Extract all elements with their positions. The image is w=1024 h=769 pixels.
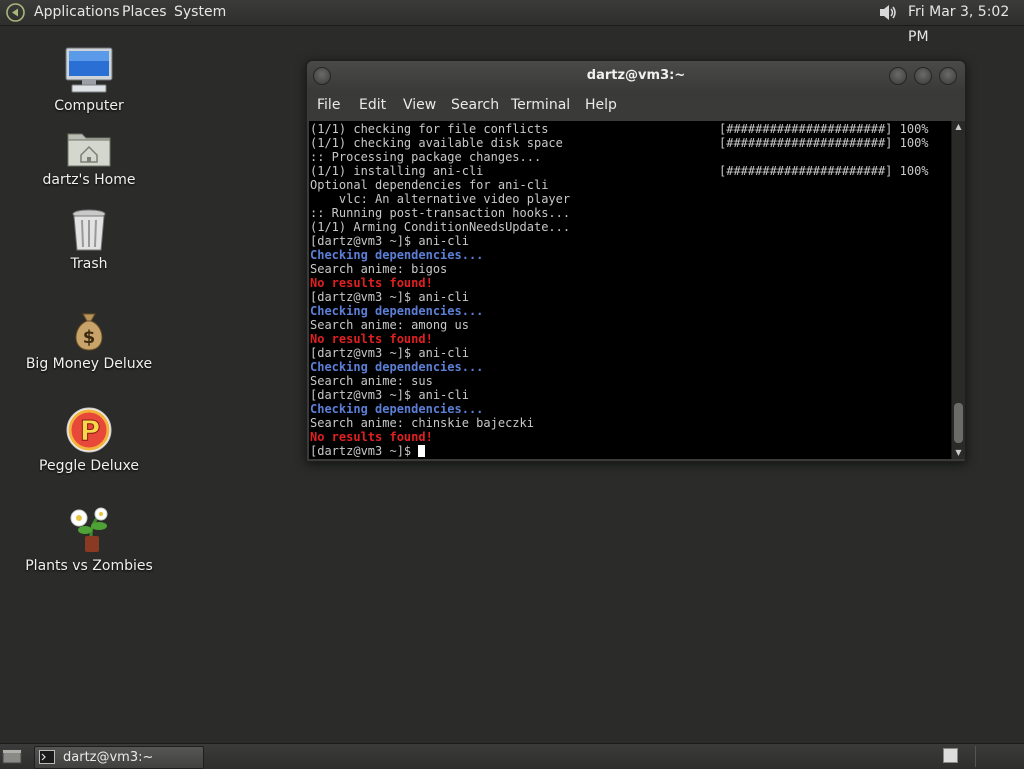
menu-view[interactable]: View	[403, 91, 436, 119]
gnome-foot-icon[interactable]	[6, 3, 25, 22]
taskbar-label: dartz@vm3:~	[63, 750, 154, 765]
terminal-line: Search anime: sus	[310, 374, 433, 388]
terminal-line: (1/1) checking available disk space	[310, 136, 563, 150]
terminal-line: :: Running post-transaction hooks...	[310, 206, 571, 220]
prompt-text: [dartz@vm3 ~]$	[310, 444, 419, 458]
maximize-button[interactable]	[914, 67, 932, 85]
terminal-output[interactable]: (1/1) checking for file conflicts [######…	[309, 121, 951, 459]
money-bag-icon: $	[75, 313, 103, 351]
desktop-icon-pvz[interactable]: Plants vs Zombies	[24, 506, 154, 574]
desktop-icon-label: Plants vs Zombies	[25, 558, 153, 574]
scroll-thumb[interactable]	[954, 403, 963, 443]
peggle-icon: P	[66, 407, 112, 453]
menu-edit[interactable]: Edit	[359, 91, 386, 119]
terminal-line: Optional dependencies for ani-cli	[310, 178, 549, 192]
bottom-panel: dartz@vm3:~	[0, 743, 1024, 769]
terminal-scrollbar[interactable]: ▲ ▼	[951, 121, 965, 459]
terminal-line: (1/1) Arming ConditionNeedsUpdate...	[310, 220, 571, 234]
top-panel: Applications Places System Fri Mar 3, 5:…	[0, 0, 1024, 45]
desktop-icon-label: Trash	[70, 256, 108, 272]
terminal-window[interactable]: dartz@vm3:~ File Edit View Search Termin…	[306, 60, 966, 462]
terminal-line: [dartz@vm3 ~]$ ani-cli	[310, 388, 469, 402]
show-desktop-icon[interactable]	[2, 747, 22, 765]
progress-text: [######################] 100%	[719, 164, 929, 178]
terminal-line: [dartz@vm3 ~]$ ani-cli	[310, 234, 469, 248]
desktop-icon-label: Big Money Deluxe	[25, 356, 153, 372]
terminal-line: No results found!	[310, 332, 433, 346]
scroll-down-arrow-icon[interactable]: ▼	[952, 447, 965, 459]
terminal-line: [dartz@vm3 ~]$ ani-cli	[310, 290, 469, 304]
terminal-line: Checking dependencies...	[310, 304, 484, 318]
terminal-line: Search anime: among us	[310, 318, 469, 332]
volume-icon[interactable]	[877, 2, 899, 23]
minimize-button[interactable]	[889, 67, 907, 85]
terminal-icon	[39, 750, 55, 764]
close-button[interactable]	[939, 67, 957, 85]
applications-menu[interactable]: Applications	[34, 0, 120, 25]
menu-search[interactable]: Search	[451, 91, 499, 119]
places-menu[interactable]: Places	[122, 0, 167, 25]
progress-text: [######################] 100%	[719, 136, 929, 150]
terminal-line: (1/1) checking for file conflicts	[310, 122, 549, 136]
desktop-icon-peggle[interactable]: P Peggle Deluxe	[24, 406, 154, 474]
svg-text:P: P	[80, 414, 101, 447]
terminal-line: Search anime: bigos	[310, 262, 448, 276]
menu-help[interactable]: Help	[585, 91, 617, 119]
terminal-line: Checking dependencies...	[310, 360, 484, 374]
desktop-icon-label: Computer	[54, 98, 124, 114]
text-cursor	[418, 445, 426, 457]
terminal-line: [dartz@vm3 ~]$ ani-cli	[310, 346, 469, 360]
workspace-1[interactable]	[943, 748, 958, 763]
terminal-line: No results found!	[310, 430, 433, 444]
menu-file[interactable]: File	[317, 91, 340, 119]
terminal-line: :: Processing package changes...	[310, 150, 542, 164]
terminal-line: (1/1) installing ani-cli	[310, 164, 484, 178]
terminal-prompt[interactable]: [dartz@vm3 ~]$	[310, 444, 426, 458]
computer-icon	[65, 47, 113, 93]
clock[interactable]: Fri Mar 3, 5:02 PM	[908, 0, 1024, 45]
progress-text: [######################] 100%	[719, 122, 929, 136]
taskbar-terminal-button[interactable]: dartz@vm3:~	[34, 746, 204, 769]
desktop-icon-home[interactable]: dartz's Home	[24, 128, 154, 188]
terminal-line: No results found!	[310, 276, 433, 290]
workspace-separator	[975, 746, 976, 767]
menu-terminal[interactable]: Terminal	[511, 91, 570, 119]
trash-icon	[72, 209, 106, 251]
window-title: dartz@vm3:~	[586, 68, 686, 83]
desktop-icon-big-money[interactable]: $ Big Money Deluxe	[24, 310, 154, 372]
desktop-icon-label: Peggle Deluxe	[39, 458, 139, 474]
desktop-icon-label: dartz's Home	[42, 172, 136, 188]
terminal-line: vlc: An alternative video player	[310, 192, 571, 206]
terminal-line: Checking dependencies...	[310, 248, 484, 262]
terminal-line: Search anime: chinskie bajeczki	[310, 416, 534, 430]
svg-text:$: $	[83, 327, 96, 348]
desktop-icon-trash[interactable]: Trash	[24, 208, 154, 272]
terminal-menubar: File Edit View Search Terminal Help	[307, 91, 965, 119]
terminal-titlebar[interactable]: dartz@vm3:~	[307, 61, 965, 91]
desktop-icon-computer[interactable]: Computer	[24, 46, 154, 114]
terminal-line: Checking dependencies...	[310, 402, 484, 416]
system-menu[interactable]: System	[174, 0, 226, 25]
scroll-up-arrow-icon[interactable]: ▲	[952, 121, 965, 133]
plants-vs-zombies-icon	[70, 507, 108, 552]
home-folder-icon	[67, 133, 111, 167]
